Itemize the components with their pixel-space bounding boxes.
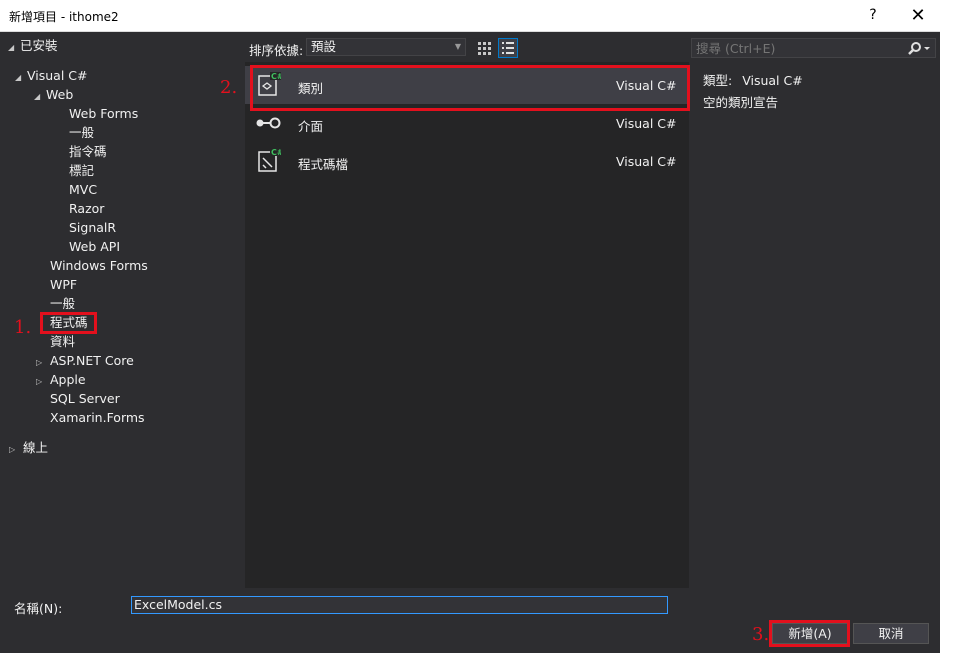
tree-item-general[interactable]: 一般 xyxy=(50,294,75,313)
template-list: C# 類別 Visual C# 介面 Visual C# C# 程式碼檔 V xyxy=(245,62,689,588)
tree-item-apple[interactable]: ▷ Apple xyxy=(36,370,86,389)
step-3-label: 3. xyxy=(752,624,770,645)
list-view-button[interactable] xyxy=(498,38,518,58)
expanded-arrow-icon[interactable]: ◢ xyxy=(15,68,27,87)
tree-item-data[interactable]: 資料 xyxy=(50,332,75,351)
name-label: 名稱(N): xyxy=(14,601,63,616)
tree-item-web-forms[interactable]: Web Forms xyxy=(69,104,138,123)
highlight-box-class xyxy=(250,65,690,111)
tree-label: 已安裝 xyxy=(20,38,58,53)
list-view-icon xyxy=(502,42,514,54)
template-name: 介面 xyxy=(298,119,324,134)
close-button[interactable]: ✕ xyxy=(898,3,938,28)
tree-label: Web xyxy=(46,87,74,102)
template-category-tree: ◢ 已安裝 ◢ Visual C# ◢ Web Web Forms 一般 指令碼 標記… xyxy=(0,32,244,588)
grid-view-icon xyxy=(478,42,491,55)
dropdown-arrow-icon: ▼ xyxy=(454,42,461,51)
tree-item-aspnet-core[interactable]: ▷ ASP.NET Core xyxy=(36,351,134,370)
collapsed-arrow-icon[interactable]: ▷ xyxy=(9,440,23,459)
template-details: 類型: Visual C# 空的類別宣告 xyxy=(703,70,803,114)
template-description: 空的類別宣告 xyxy=(703,95,779,110)
tree-label: Visual C# xyxy=(27,68,88,83)
tree-item-web-script[interactable]: 指令碼 xyxy=(69,142,107,161)
sort-dropdown[interactable]: 預設 ▼ xyxy=(306,38,466,56)
tree-item-windows-forms[interactable]: Windows Forms xyxy=(50,256,148,275)
tree-item-razor[interactable]: Razor xyxy=(69,199,104,218)
tree-item-sql-server[interactable]: SQL Server xyxy=(50,389,120,408)
template-name: 程式碼檔 xyxy=(298,157,349,172)
sort-value: 預設 xyxy=(311,39,337,54)
collapsed-arrow-icon[interactable]: ▷ xyxy=(36,372,50,391)
tree-item-signalr[interactable]: SignalR xyxy=(69,218,116,237)
tree-item-installed[interactable]: ◢ 已安裝 xyxy=(8,36,58,55)
search-input[interactable] xyxy=(692,39,910,57)
svg-text:C#: C# xyxy=(271,148,281,157)
tree-item-online[interactable]: ▷ 線上 xyxy=(9,438,48,457)
highlight-box-add xyxy=(769,620,850,647)
step-2-label: 2. xyxy=(220,77,238,98)
help-button[interactable]: ? xyxy=(853,3,893,28)
highlight-box-code xyxy=(40,312,97,334)
search-box[interactable] xyxy=(691,38,936,58)
name-input[interactable]: ExcelModel.cs xyxy=(131,596,668,614)
tree-item-wpf[interactable]: WPF xyxy=(50,275,77,294)
type-value: Visual C# xyxy=(742,73,803,88)
template-language: Visual C# xyxy=(616,116,677,131)
tree-label: Apple xyxy=(50,372,86,387)
tree-item-visual-csharp[interactable]: ◢ Visual C# xyxy=(15,66,88,85)
sort-by-label: 排序依據: xyxy=(249,43,304,58)
type-row: 類型: Visual C# xyxy=(703,70,803,92)
tree-item-web-api[interactable]: Web API xyxy=(69,237,120,256)
tree-label: 線上 xyxy=(23,440,49,455)
cancel-button[interactable]: 取消 xyxy=(853,623,929,644)
tree-item-xamarin-forms[interactable]: Xamarin.Forms xyxy=(50,408,145,427)
search-icon[interactable] xyxy=(907,41,931,57)
tree-item-web[interactable]: ◢ Web xyxy=(34,85,73,104)
expanded-arrow-icon[interactable]: ◢ xyxy=(34,87,46,106)
template-item-code-file[interactable]: C# 程式碼檔 Visual C# xyxy=(245,142,689,180)
type-label: 類型: xyxy=(703,73,733,88)
code-file-icon: C# xyxy=(258,148,281,172)
tree-item-web-general[interactable]: 一般 xyxy=(69,123,94,142)
title-bar: 新增項目 - ithome2 ? ✕ xyxy=(0,0,940,32)
expanded-arrow-icon[interactable]: ◢ xyxy=(8,38,20,57)
window-title: 新增項目 - ithome2 xyxy=(9,10,119,24)
grid-view-button[interactable] xyxy=(474,38,494,58)
add-new-item-dialog: 新增項目 - ithome2 ? ✕ ◢ 已安裝 ◢ Visual C# ◢ Web … xyxy=(0,0,940,653)
tree-item-web-markup[interactable]: 標記 xyxy=(69,161,94,180)
interface-icon xyxy=(256,117,281,129)
template-language: Visual C# xyxy=(616,154,677,169)
tree-item-mvc[interactable]: MVC xyxy=(69,180,97,199)
tree-label: ASP.NET Core xyxy=(50,353,134,368)
step-1-label: 1. xyxy=(14,317,32,338)
